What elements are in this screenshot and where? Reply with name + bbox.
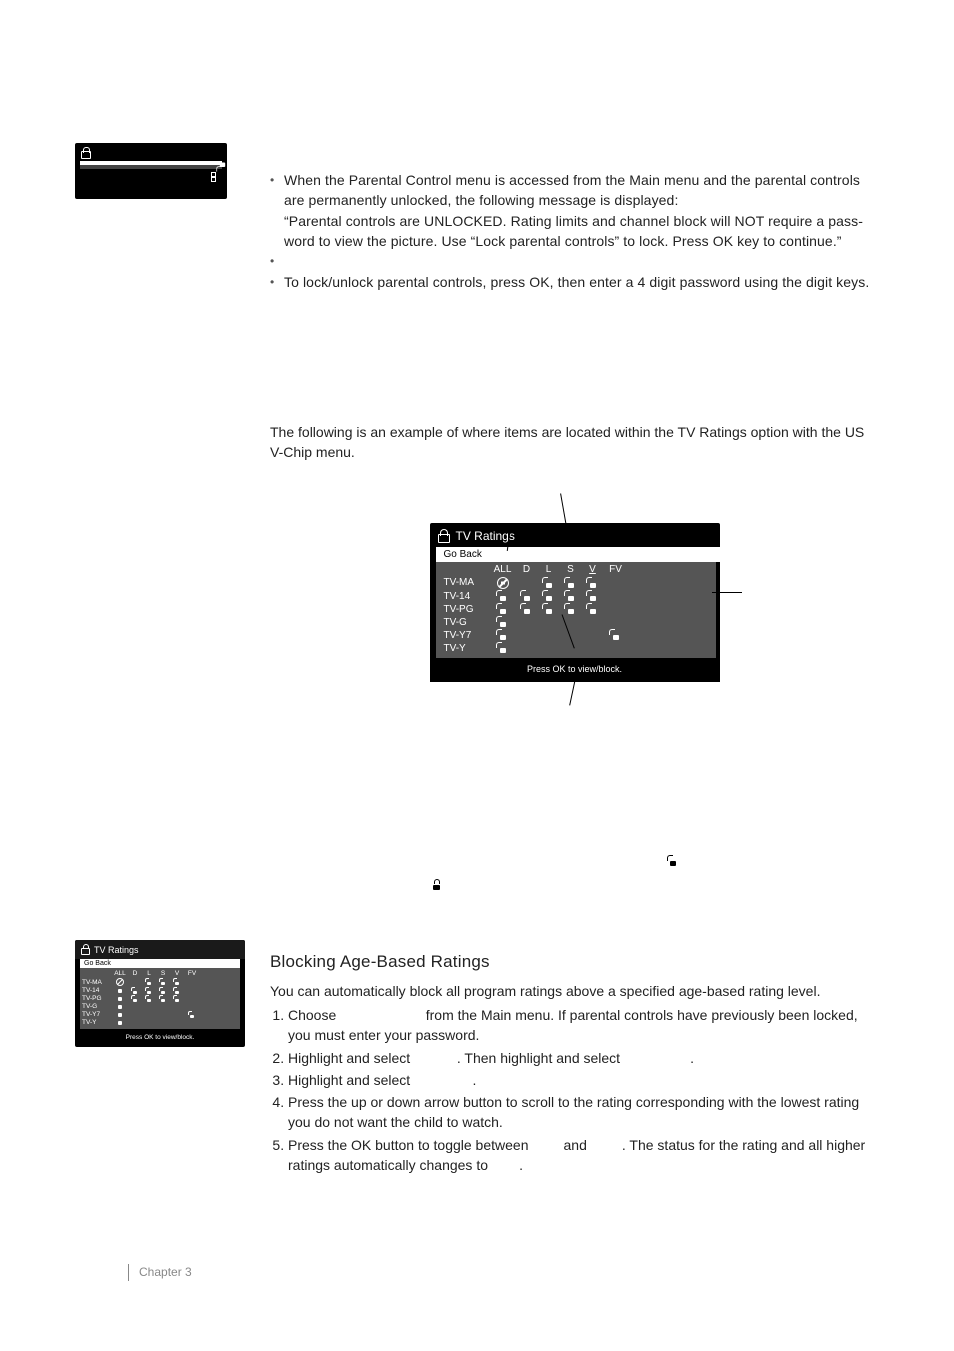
lock-icon	[81, 944, 90, 955]
section-intro: The following is an example of where ite…	[270, 422, 879, 463]
go-back-label: Go Back	[444, 549, 482, 560]
unlock-icon	[174, 979, 180, 985]
step-5: Press the OK button to toggle between an…	[288, 1135, 879, 1176]
unlock-icon	[566, 604, 576, 614]
col-all: ALL	[490, 564, 516, 575]
unlock-icon	[566, 591, 576, 601]
col-v: V	[582, 564, 604, 575]
row-tv-14: TV-14	[444, 591, 490, 602]
unlock-icon	[522, 604, 532, 614]
step-2: Highlight and select . Then highlight an…	[288, 1048, 879, 1068]
blocking-section: Blocking Age-Based Ratings You can autom…	[270, 950, 879, 1177]
unlock-icon	[588, 591, 598, 601]
col-s: S	[560, 564, 582, 575]
row-tv-y7: TV-Y7	[444, 630, 490, 641]
bullet-1-quote: “Parental controls are UNLOCKED. Rating …	[284, 213, 863, 249]
unlock-icon	[544, 604, 554, 614]
no-symbol-icon	[116, 978, 124, 986]
unlock-icon	[544, 578, 554, 588]
unlock-icon	[588, 578, 598, 588]
unlock-icon	[522, 591, 532, 601]
unlock-icon	[146, 979, 152, 985]
lock-icon	[81, 147, 91, 159]
sidebar-tv-goback: Go Back	[80, 959, 240, 968]
unlock-icon	[668, 852, 678, 870]
row-tv-pg: TV-PG	[444, 604, 490, 615]
unlock-icon	[498, 604, 508, 614]
no-symbol-icon	[497, 577, 509, 589]
col-l: L	[538, 564, 560, 575]
step-3: Highlight and select .	[288, 1070, 879, 1090]
blocking-intro: You can automatically block all program …	[270, 981, 879, 1001]
unlock-icon	[160, 979, 166, 985]
row-tv-g: TV-G	[444, 617, 490, 628]
row-tv-y: TV-Y	[444, 643, 490, 654]
page-footer: Chapter 3	[128, 1264, 192, 1281]
unlock-icon	[498, 643, 508, 653]
sidebar-parental-menu	[75, 143, 227, 199]
col-d: D	[516, 564, 538, 575]
unlock-icon	[544, 591, 554, 601]
unlock-icon	[611, 630, 621, 640]
sidebar-tv-title: TV Ratings	[94, 945, 139, 955]
bullet-1: When the Parental Control menu is access…	[284, 172, 860, 208]
blocking-heading: Blocking Age-Based Ratings	[270, 950, 879, 975]
unlock-icon	[498, 630, 508, 640]
bullet-3: To lock/unlock parental controls, press …	[284, 272, 879, 292]
bullet-list: • When the Parental Control menu is acce…	[270, 170, 879, 292]
route-icon	[208, 172, 218, 182]
step-1: Choose from the Main menu. If parental c…	[288, 1005, 879, 1046]
row-tv-ma: TV-MA	[444, 577, 490, 588]
lock-icon	[432, 876, 442, 894]
col-fv: FV	[604, 564, 628, 575]
bullet-2	[284, 251, 879, 271]
sidebar-tv-ratings-thumbnail: TV Ratings Go Back ALL D L S V FV TV-MA …	[75, 940, 245, 1047]
sidebar-help-text	[75, 185, 227, 199]
lock-icon	[438, 529, 450, 543]
sidebar-tv-help: Press OK to view/block.	[75, 1029, 245, 1047]
step-4: Press the up or down arrow button to scr…	[288, 1092, 879, 1133]
tv-ratings-title: TV Ratings	[456, 529, 515, 543]
unlock-icon	[566, 578, 576, 588]
tv-ratings-figure: TV Ratings Go Back ALL D L S V FV	[430, 523, 720, 682]
unlock-icon	[498, 617, 508, 627]
unlock-icon	[588, 604, 598, 614]
unlock-icon	[498, 591, 508, 601]
